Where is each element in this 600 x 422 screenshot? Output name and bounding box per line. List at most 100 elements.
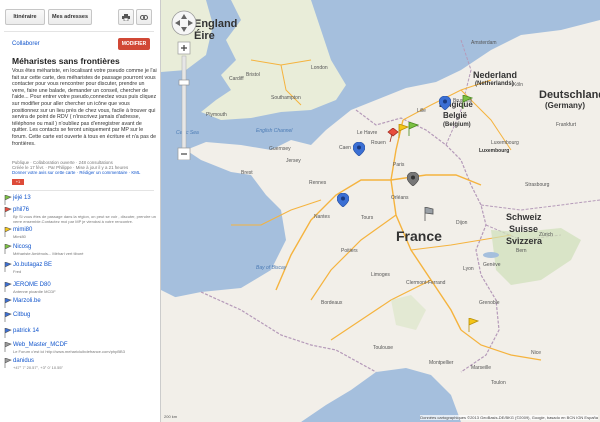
map-attribution[interactable]: Données cartographiques ©2013 GeoBasis-D… — [420, 415, 598, 420]
map-feedback-links[interactable]: Donner votre avis sur cette carte · Rédi… — [12, 170, 158, 175]
city-label: Cardiff — [229, 76, 244, 82]
city-label: Marseille — [471, 365, 492, 371]
place-marker-icon — [4, 244, 12, 254]
modify-button[interactable]: MODIFIER — [118, 38, 150, 50]
country-label-belgium-en: (Belgium) — [443, 122, 471, 128]
city-label: Guernsey — [269, 146, 291, 152]
place-name[interactable]: phil76 — [13, 207, 29, 213]
place-marker-icon — [4, 207, 12, 217]
place-marker-icon — [4, 282, 12, 292]
city-label: Caen — [339, 145, 351, 151]
country-label-england: England — [194, 18, 238, 30]
city-label: Orléans — [391, 195, 409, 201]
city-label: Plymouth — [206, 112, 227, 118]
map-marker-blue[interactable] — [337, 193, 349, 207]
country-label-france: France — [396, 228, 442, 244]
place-name[interactable]: JEROME D80 — [13, 282, 51, 288]
city-label: Paris — [393, 162, 405, 168]
toolbar: Itinéraire Mes adresses — [0, 0, 160, 26]
scale-bar: 200 km — [164, 414, 178, 419]
city-label: Bristol — [246, 72, 260, 78]
country-label-netherlands-en: (Netherlands) — [475, 81, 514, 87]
city-label: London — [311, 65, 328, 71]
city-label: Dijon — [456, 220, 468, 226]
city-label: Jersey — [286, 158, 301, 164]
map-marker-yellow[interactable] — [467, 318, 479, 332]
city-label: Rennes — [309, 180, 327, 186]
collaborate-link[interactable]: Collaborer — [12, 41, 40, 47]
place-marker-icon — [4, 195, 12, 205]
country-label-germany: Deutschland — [539, 89, 600, 101]
map-marker-blue[interactable] — [439, 96, 451, 110]
place-marker-icon — [4, 342, 12, 352]
city-label: Bern — [516, 248, 527, 254]
place-description: Bjr Si vous êtes de passage dans la régi… — [13, 214, 156, 224]
city-label: Poitiers — [341, 248, 358, 254]
city-label: Grenoble — [479, 300, 500, 306]
place-marker-icon — [4, 262, 12, 272]
city-label: Köln — [513, 82, 524, 88]
place-name[interactable]: Marzoli.be — [13, 298, 41, 304]
place-description: +47° 7' 20.57", +3° 0' 10.55" — [13, 365, 64, 370]
city-label: Frankfurt — [556, 122, 577, 128]
sea-label: English Channel — [256, 128, 293, 134]
city-label: Le Havre — [357, 130, 378, 136]
city-label: Rouen — [371, 140, 386, 146]
place-description: Antenne picardie MCDF — [13, 289, 56, 294]
place-name[interactable]: patrick 14 — [13, 328, 39, 334]
google-plus-one-button[interactable]: +1 — [12, 179, 24, 185]
my-places-button[interactable]: Mes adresses — [48, 9, 92, 25]
city-label: Zürich — [539, 232, 553, 238]
print-icon[interactable] — [118, 9, 134, 25]
place-description: Le Forum c'est ici http://www.mehariclui… — [13, 349, 125, 354]
directions-button[interactable]: Itinéraire — [5, 9, 45, 25]
country-label-switzerland-fr: Suisse — [509, 224, 539, 234]
place-marker-icon — [4, 227, 12, 237]
city-label: Luxembourg — [491, 140, 519, 146]
city-label: Brest — [241, 170, 253, 176]
city-label: Toulouse — [373, 345, 394, 351]
sidebar: Itinéraire Mes adresses Collaborer MODIF… — [0, 0, 161, 422]
place-marker-icon — [4, 358, 12, 368]
city-label: Bordeaux — [321, 300, 343, 306]
map-marker-green[interactable] — [461, 95, 473, 109]
city-label: Clermont-Ferrand — [406, 280, 446, 286]
map-marker-gray-flag[interactable] — [423, 207, 435, 221]
city-label: Strasbourg — [525, 182, 550, 188]
city-label: Southampton — [271, 95, 301, 101]
map-base — [161, 0, 600, 422]
place-name[interactable]: Jo.butagaz BE — [13, 262, 52, 268]
country-label-switzerland-de: Schweiz — [506, 212, 542, 222]
city-label: Montpellier — [429, 360, 454, 366]
map-marker-gray[interactable] — [407, 172, 419, 186]
map-marker-red[interactable] — [387, 128, 399, 142]
country-label-luxembourg: Luxembourg — [479, 148, 510, 154]
city-label: Lyon — [463, 266, 474, 272]
city-label: Nice — [531, 350, 542, 356]
place-name[interactable]: Nicosg — [13, 244, 31, 250]
place-name[interactable]: mimi80 — [13, 227, 32, 233]
place-name[interactable]: jéjé 13 — [13, 195, 31, 201]
place-description: Méhariste Amiénois... Méhari vert tiboré — [13, 251, 84, 256]
map-marker-blue[interactable] — [353, 142, 365, 156]
country-label-switzerland-it: Svizzera — [506, 236, 543, 246]
city-label: Limoges — [371, 272, 390, 278]
city-label: Lille — [417, 108, 426, 114]
place-name[interactable]: danidus — [13, 358, 34, 364]
map-canvas[interactable]: Celtic Sea English Channel Bay of Biscay… — [161, 0, 600, 422]
link-icon[interactable] — [136, 9, 152, 25]
country-label-eire: Éire — [194, 30, 215, 42]
sea-label: Bay of Biscay — [256, 265, 287, 271]
place-description: Fred — [13, 269, 22, 274]
place-name[interactable]: Web_Master_MCDF — [13, 342, 68, 348]
map-description: Vous êtes méhariste, en localisant votre… — [12, 68, 157, 147]
place-description: Mimi80 — [13, 234, 26, 239]
city-label: Amsterdam — [471, 40, 497, 46]
place-name[interactable]: Citbug — [13, 312, 30, 318]
place-marker-icon — [4, 298, 12, 308]
divider — [4, 190, 154, 191]
city-label: Genève — [483, 262, 501, 268]
country-label-belgium-nl: België — [443, 111, 468, 120]
divider — [4, 31, 154, 32]
place-marker-icon — [4, 312, 12, 322]
